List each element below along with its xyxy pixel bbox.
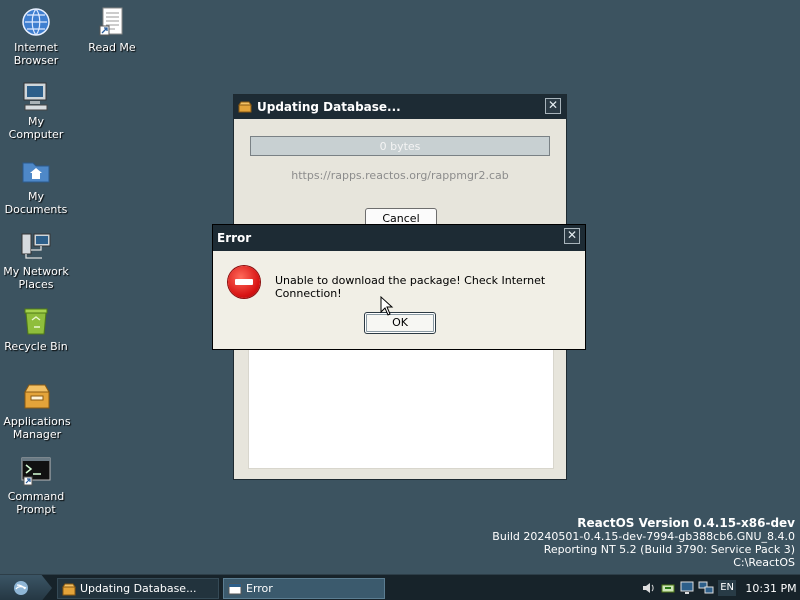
error-message: Unable to download the package! Check In… — [275, 274, 546, 300]
computer-icon — [20, 80, 52, 112]
version-info: ReactOS Version 0.4.15-x86-dev Build 202… — [492, 516, 795, 570]
content-area — [248, 347, 554, 469]
error-dialog: Error ✕ Unable to download the package! … — [212, 224, 586, 350]
dialog-title: Error — [217, 231, 252, 245]
globe-icon — [20, 6, 52, 38]
language-indicator[interactable]: EN — [718, 580, 736, 596]
desktop-icon-label: Read Me — [88, 41, 136, 54]
recycle-bin-icon — [20, 305, 52, 337]
safely-remove-hardware-icon[interactable] — [660, 580, 676, 596]
desktop-icon-my-documents[interactable]: My Documents — [0, 155, 72, 216]
taskbar-item-label: Error — [246, 582, 273, 595]
desktop-icon-recycle-bin[interactable]: Recycle Bin — [0, 305, 72, 353]
system-tray: EN 10:31 PM — [638, 575, 800, 600]
desktop-icon-label: Command Prompt — [7, 490, 65, 516]
desktop-icon-label: My Computer — [8, 115, 64, 141]
document-icon — [96, 6, 128, 38]
taskbar: Updating Database... Error EN 10:31 PM — [0, 574, 800, 600]
folder-home-icon — [20, 155, 52, 187]
desktop-icon-my-computer[interactable]: My Computer — [0, 80, 72, 141]
taskbar-item-label: Updating Database... — [80, 582, 197, 595]
reactos-logo-icon — [14, 581, 28, 595]
mouse-cursor-icon — [380, 295, 394, 316]
title-bar[interactable]: Error ✕ — [213, 225, 585, 251]
taskbar-item-error[interactable]: Error — [223, 578, 385, 599]
clock[interactable]: 10:31 PM — [742, 582, 800, 595]
window-icon — [228, 582, 242, 596]
window-title: Updating Database... — [257, 100, 401, 114]
desktop-icon-applications-manager[interactable]: Applications Manager — [1, 380, 73, 441]
start-button[interactable] — [0, 575, 52, 600]
desktop-icon-label: My Documents — [4, 190, 68, 216]
version-title: ReactOS Version 0.4.15-x86-dev — [577, 516, 795, 530]
package-icon — [21, 380, 53, 412]
title-bar[interactable]: Updating Database... ✕ — [234, 95, 566, 119]
download-progress-bar: 0 bytes — [250, 136, 550, 156]
progress-text: 0 bytes — [379, 140, 421, 153]
desktop-icon-label: Applications Manager — [3, 415, 71, 441]
desktop-icon-read-me[interactable]: Read Me — [76, 6, 148, 54]
terminal-icon — [20, 455, 52, 487]
display-icon[interactable] — [679, 580, 695, 596]
desktop-icon-label: Recycle Bin — [4, 340, 68, 353]
desktop-icon-command-prompt[interactable]: Command Prompt — [0, 455, 72, 516]
package-icon — [62, 582, 76, 596]
close-icon[interactable]: ✕ — [545, 98, 561, 114]
ok-button[interactable]: OK — [364, 312, 436, 334]
system-path: C:\ReactOS — [733, 556, 795, 569]
desktop-icon-my-network-places[interactable]: My Network Places — [0, 230, 72, 291]
desktop-icon-label: My Network Places — [3, 265, 69, 291]
error-stop-icon — [228, 266, 260, 298]
app-icon — [238, 101, 252, 113]
build-string: Build 20240501-0.4.15-dev-7994-gb388cb6.… — [492, 530, 795, 543]
close-icon[interactable]: ✕ — [564, 228, 580, 244]
download-url: https://rapps.reactos.org/rappmgr2.cab — [291, 169, 509, 182]
taskbar-item-updating-database[interactable]: Updating Database... — [57, 578, 219, 599]
reporting-string: Reporting NT 5.2 (Build 3790: Service Pa… — [543, 543, 795, 556]
speaker-icon[interactable] — [641, 580, 657, 596]
desktop-icon-label: Internet Browser — [13, 41, 59, 67]
network-icon[interactable] — [698, 580, 714, 596]
network-icon — [20, 230, 52, 262]
desktop-icon-internet-browser[interactable]: Internet Browser — [0, 6, 72, 67]
